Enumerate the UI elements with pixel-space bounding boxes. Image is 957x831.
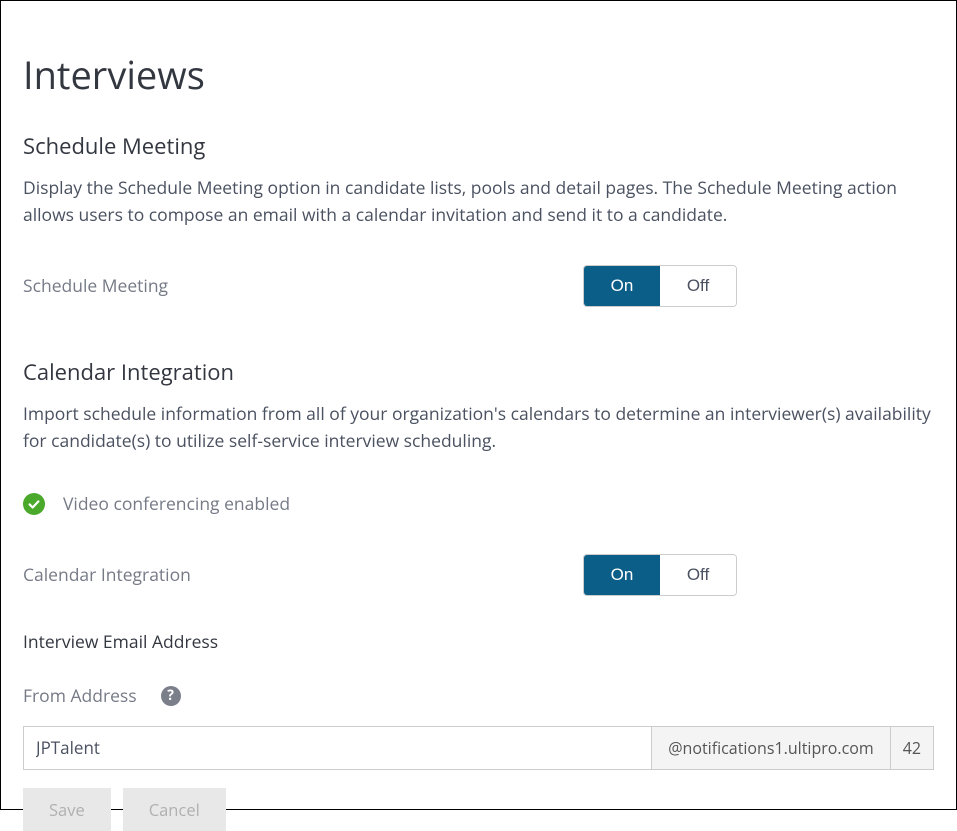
cancel-button[interactable]: Cancel <box>123 788 226 831</box>
email-domain-addon: @notifications1.ultipro.com <box>651 727 890 769</box>
video-conferencing-status: Video conferencing enabled <box>63 492 290 516</box>
calendar-integration-description: Import schedule information from all of … <box>23 401 934 455</box>
schedule-meeting-description: Display the Schedule Meeting option in c… <box>23 175 934 229</box>
schedule-meeting-off-button[interactable]: Off <box>660 266 736 306</box>
from-address-input-group: @notifications1.ultipro.com 42 <box>23 726 934 770</box>
character-count: 42 <box>890 727 933 769</box>
calendar-integration-toggle: On Off <box>583 554 737 596</box>
calendar-integration-label: Calendar Integration <box>23 563 583 587</box>
schedule-meeting-toggle: On Off <box>583 265 737 307</box>
schedule-meeting-label: Schedule Meeting <box>23 274 583 298</box>
from-address-input[interactable] <box>24 727 651 769</box>
page-title: Interviews <box>23 49 934 101</box>
calendar-integration-on-button[interactable]: On <box>584 555 660 595</box>
from-address-label: From Address <box>23 684 137 708</box>
schedule-meeting-on-button[interactable]: On <box>584 266 660 306</box>
schedule-meeting-heading: Schedule Meeting <box>23 131 934 161</box>
calendar-integration-off-button[interactable]: Off <box>660 555 736 595</box>
save-button[interactable]: Save <box>23 788 111 831</box>
help-icon[interactable]: ? <box>161 686 181 706</box>
calendar-integration-heading: Calendar Integration <box>23 357 934 387</box>
interview-email-heading: Interview Email Address <box>23 630 934 654</box>
check-circle-icon <box>23 493 45 515</box>
